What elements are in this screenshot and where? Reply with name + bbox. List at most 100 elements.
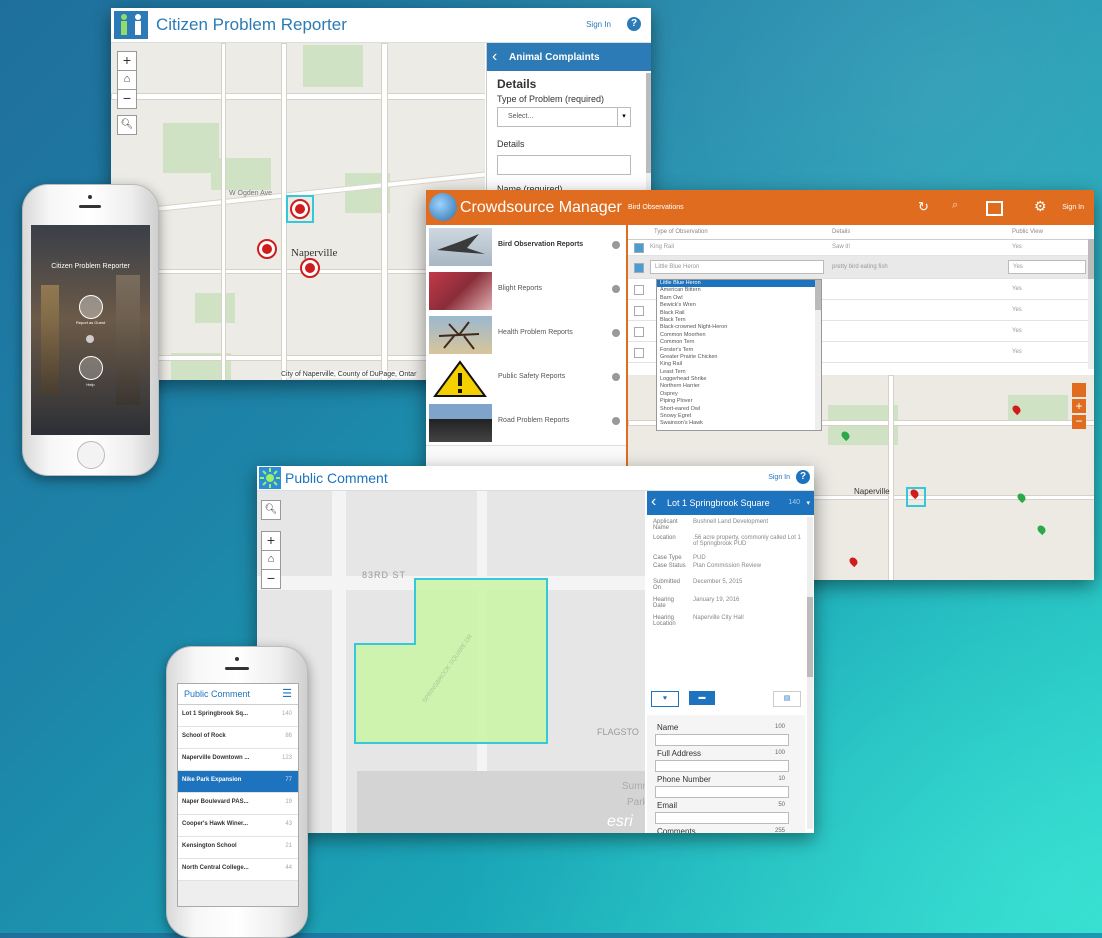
- zoom-out-button[interactable]: −: [1072, 415, 1086, 429]
- row-checkbox[interactable]: [634, 327, 644, 337]
- dropdown-option[interactable]: Osprey: [657, 391, 821, 398]
- dropdown-option[interactable]: Common Tern: [657, 339, 821, 346]
- help-globe-button[interactable]: [79, 356, 103, 380]
- pc-map[interactable]: 83RD ST FLAGSTO Summer Park esri SPRINGB…: [257, 491, 645, 833]
- problem-marker[interactable]: [257, 239, 277, 259]
- list-item[interactable]: North Central College... 44: [178, 859, 298, 881]
- help-icon[interactable]: ?: [796, 470, 810, 484]
- layer-item[interactable]: Bird Observation Reports: [426, 225, 626, 270]
- list-item[interactable]: School of Rock 86: [178, 727, 298, 749]
- dropdown-option[interactable]: Barn Owl: [657, 295, 821, 302]
- zoom-out-button[interactable]: −: [117, 89, 137, 109]
- info-icon[interactable]: [612, 285, 620, 293]
- sign-in-link[interactable]: Sign In: [586, 20, 611, 29]
- list-item[interactable]: Cooper's Hawk Winer... 43: [178, 815, 298, 837]
- help-icon[interactable]: ?: [627, 17, 641, 31]
- layer-item[interactable]: Health Problem Reports: [426, 313, 626, 358]
- map-pin-icon[interactable]: [1035, 523, 1048, 536]
- dropdown-option[interactable]: Bewick's Wren: [657, 302, 821, 309]
- dropdown-option-selected[interactable]: Little Blue Heron: [657, 280, 821, 288]
- layer-item[interactable]: Blight Reports: [426, 269, 626, 314]
- dropdown-option[interactable]: Loggerhead Shrike: [657, 376, 821, 383]
- list-item[interactable]: Kensington School 21: [178, 837, 298, 859]
- dropdown-option[interactable]: Piping Plover: [657, 398, 821, 405]
- zoom-in-button[interactable]: +: [117, 51, 137, 71]
- column-header[interactable]: Type of Observation: [654, 229, 708, 235]
- info-icon[interactable]: [612, 373, 620, 381]
- layout-icon[interactable]: [986, 201, 1003, 216]
- list-item-selected[interactable]: Nike Park Expansion 77: [178, 771, 298, 793]
- chevron-down-icon[interactable]: ▾: [806, 499, 810, 507]
- dropdown-option[interactable]: Northern Harrier: [657, 383, 821, 390]
- sun-logo-icon: [259, 467, 281, 489]
- layer-item[interactable]: Road Problem Reports: [426, 401, 626, 446]
- row-checkbox[interactable]: [634, 348, 644, 358]
- list-item[interactable]: Naper Boulevard PAS... 19: [178, 793, 298, 815]
- dropdown-option[interactable]: Swainson's Hawk: [657, 420, 821, 427]
- problem-marker[interactable]: [290, 199, 310, 219]
- table-scrollbar[interactable]: [1088, 239, 1094, 369]
- dropdown-option[interactable]: King Rail: [657, 361, 821, 368]
- form-input[interactable]: [655, 786, 789, 798]
- share-button[interactable]: ▤: [773, 691, 801, 707]
- public-cell[interactable]: Yes: [1008, 260, 1086, 274]
- dropdown-option[interactable]: Black Tern: [657, 317, 821, 324]
- comment-button[interactable]: ▬: [689, 691, 715, 705]
- basemap-button[interactable]: [1072, 383, 1086, 397]
- info-icon[interactable]: [612, 241, 620, 249]
- dropdown-option[interactable]: Black-crowned Night-Heron: [657, 324, 821, 331]
- list-item[interactable]: Naperville Downtown ... 123: [178, 749, 298, 771]
- dropdown-option[interactable]: Greater Prairie Chicken: [657, 354, 821, 361]
- search-button[interactable]: 🔍︎: [117, 115, 137, 135]
- dropdown-option[interactable]: Least Tern: [657, 369, 821, 376]
- problem-marker[interactable]: [300, 258, 320, 278]
- map-pin-icon[interactable]: [1015, 491, 1028, 504]
- dropdown-option[interactable]: Snowy Egret: [657, 413, 821, 420]
- row-checkbox[interactable]: [634, 306, 644, 316]
- row-checkbox[interactable]: [634, 243, 644, 253]
- row-checkbox[interactable]: [634, 263, 644, 273]
- dropdown-option[interactable]: Short-eared Owl: [657, 406, 821, 413]
- dropdown-option[interactable]: American Bittern: [657, 287, 821, 294]
- table-row[interactable]: King Rail Saw it! Yes: [628, 239, 1094, 256]
- info-icon[interactable]: [612, 417, 620, 425]
- zoom-in-button[interactable]: +: [1072, 399, 1086, 413]
- dropdown-scrollbar[interactable]: [815, 280, 821, 430]
- back-icon[interactable]: ‹: [492, 48, 497, 66]
- form-input[interactable]: [655, 812, 789, 824]
- layer-item[interactable]: Public Safety Reports: [426, 357, 626, 402]
- dropdown-option[interactable]: Black Rail: [657, 310, 821, 317]
- list-item[interactable]: Lot 1 Springbrook Sq... 140: [178, 705, 298, 727]
- like-button[interactable]: ♥: [651, 691, 679, 707]
- home-button[interactable]: ⌂: [261, 550, 281, 570]
- form-input[interactable]: [655, 760, 789, 772]
- column-header[interactable]: Public View: [1012, 229, 1043, 235]
- zoom-out-button[interactable]: −: [261, 569, 281, 589]
- search-button[interactable]: 🔍︎: [261, 500, 281, 520]
- column-header[interactable]: Details: [832, 229, 850, 235]
- map-pin-icon[interactable]: [847, 555, 860, 568]
- search-icon[interactable]: ⌕: [952, 199, 958, 212]
- row-checkbox[interactable]: [634, 285, 644, 295]
- menu-icon[interactable]: ☰: [282, 687, 292, 700]
- pc-sign-in[interactable]: Sign In: [768, 474, 790, 481]
- dropdown-option[interactable]: Forster's Tern: [657, 347, 821, 354]
- details-input[interactable]: [497, 155, 631, 175]
- crowd-sign-in[interactable]: Sign In: [1062, 204, 1084, 211]
- pc-scrollbar[interactable]: [807, 517, 813, 829]
- layer-tab[interactable]: Bird Observations: [628, 204, 684, 211]
- observation-select[interactable]: Little Blue Heron: [650, 260, 824, 274]
- home-button[interactable]: [77, 441, 105, 469]
- guest-button[interactable]: [79, 295, 103, 319]
- form-input[interactable]: [655, 734, 789, 746]
- zoom-in-button[interactable]: +: [261, 531, 281, 551]
- dropdown-option[interactable]: Common Moorhen: [657, 332, 821, 339]
- refresh-icon[interactable]: ↻: [918, 199, 929, 215]
- type-select[interactable]: Select... ▾: [497, 107, 631, 127]
- home-button[interactable]: ⌂: [117, 70, 137, 90]
- table-row-editing[interactable]: Little Blue Heron pretty bird eating fish…: [628, 256, 1094, 279]
- settings-icon[interactable]: ⚙: [1034, 198, 1047, 215]
- back-icon[interactable]: ‹: [651, 493, 656, 511]
- info-icon[interactable]: [612, 329, 620, 337]
- observation-dropdown[interactable]: Little Blue Heron American Bittern Barn Ow…: [656, 279, 822, 431]
